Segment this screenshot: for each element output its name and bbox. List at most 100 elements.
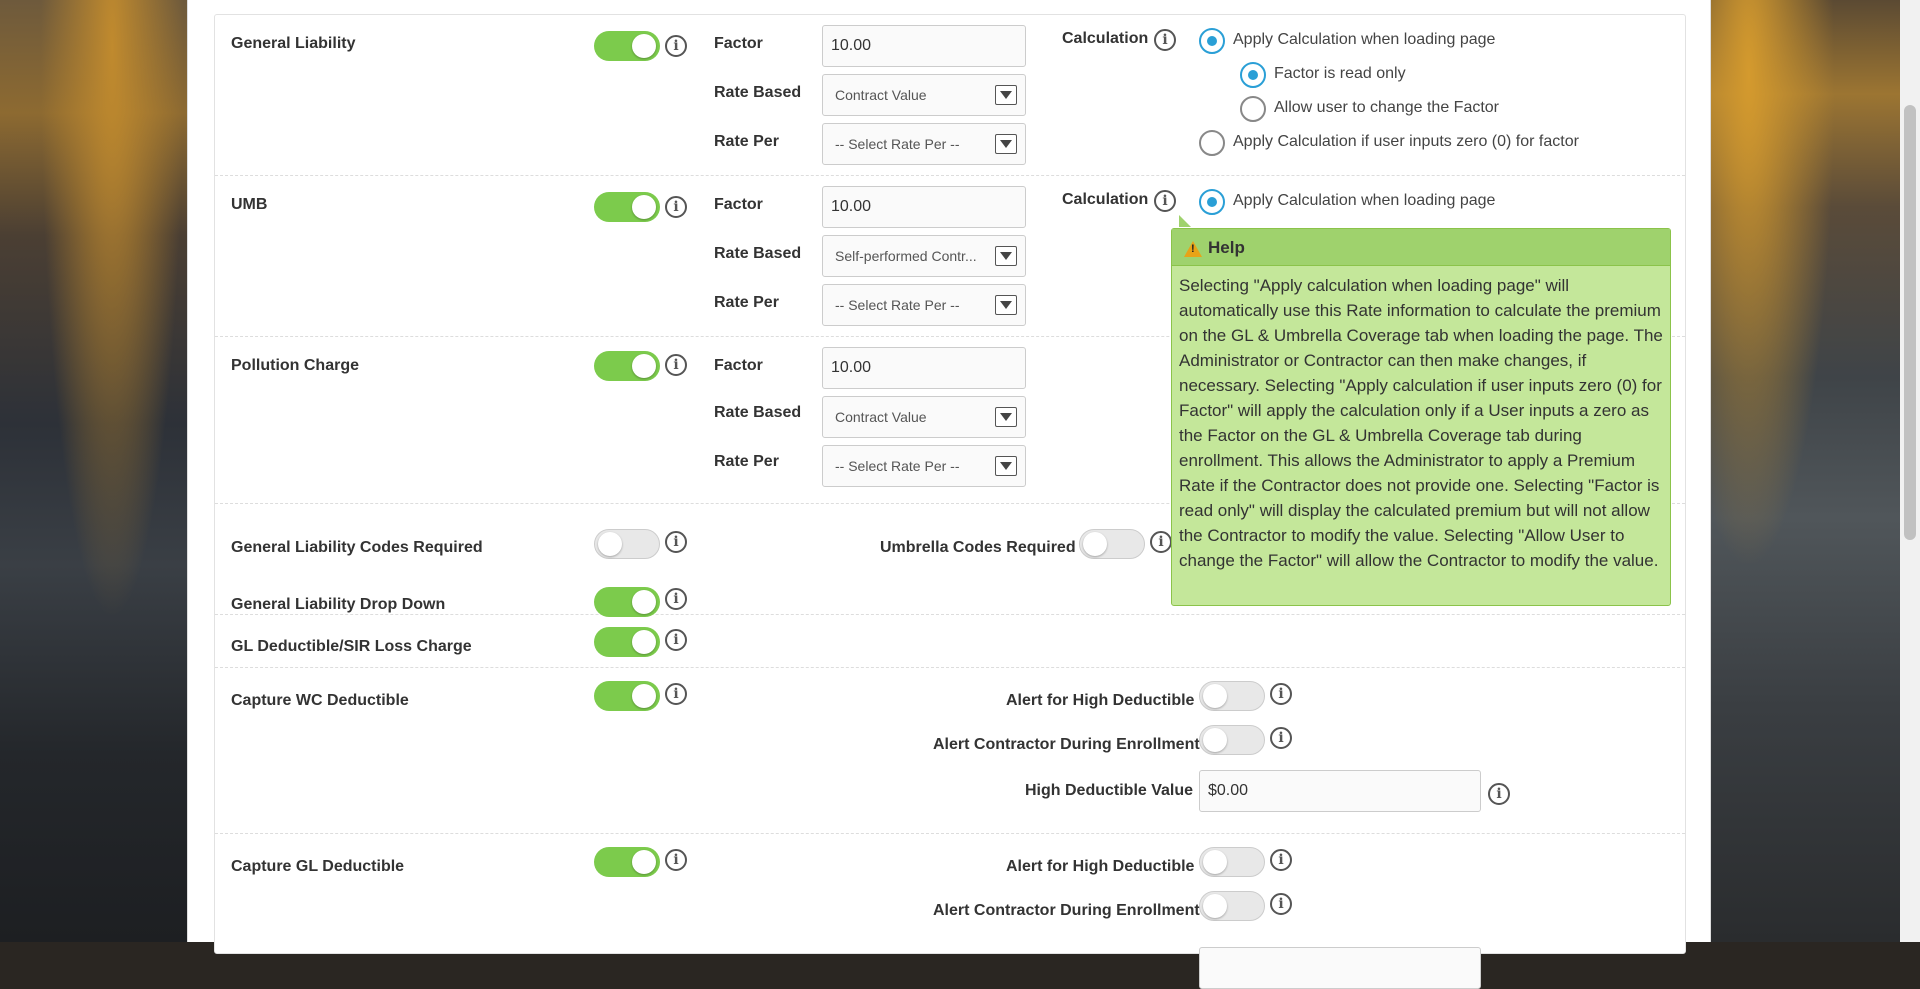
pollution-rate-per-label: Rate Per — [714, 453, 779, 470]
umb-codes-info-icon[interactable]: i — [1150, 531, 1172, 553]
main-page: General Liability i Factor 10.00 Rate Ba… — [187, 0, 1711, 989]
pollution-rate-based-label: Rate Based — [714, 404, 802, 421]
gl-alert-high-toggle[interactable] — [1199, 847, 1265, 877]
toggle-knob — [632, 850, 656, 874]
umb-calculation-label: Calculation — [1062, 191, 1149, 208]
gl-rate-based-select[interactable]: Contract Value — [822, 74, 1026, 116]
wc-alert-high-info-icon[interactable]: i — [1270, 683, 1292, 705]
pollution-label: Pollution Charge — [231, 357, 359, 374]
background-photo-left — [0, 0, 187, 942]
pollution-factor-input[interactable]: 10.00 — [822, 347, 1026, 389]
chevron-down-icon — [995, 295, 1017, 315]
umb-toggle[interactable] — [594, 192, 660, 222]
pollution-toggle[interactable] — [594, 351, 660, 381]
gl-apply-zero-text: Apply Calculation if user inputs zero (0… — [1233, 133, 1579, 150]
gl-rate-per-select[interactable]: -- Select Rate Per -- — [822, 123, 1026, 165]
wc-alert-contractor-info-icon[interactable]: i — [1270, 727, 1292, 749]
umb-codes-toggle[interactable] — [1079, 529, 1145, 559]
gl-allow-change-radio[interactable] — [1240, 96, 1266, 122]
toggle-knob — [632, 684, 656, 708]
umb-rate-per-label: Rate Per — [714, 294, 779, 311]
gl-deductible-label: GL Deductible/SIR Loss Charge — [231, 638, 472, 655]
chevron-down-icon — [995, 456, 1017, 476]
umb-label: UMB — [231, 196, 268, 213]
gl-dropdown-info-icon[interactable]: i — [665, 588, 687, 610]
toggle-knob — [1203, 850, 1227, 874]
gl-deductible-toggle[interactable] — [594, 627, 660, 657]
wc-high-value-input[interactable]: $0.00 — [1199, 770, 1481, 812]
select-value: Self-performed Contr... — [835, 248, 977, 264]
gl-info-icon[interactable]: i — [665, 35, 687, 57]
toggle-knob — [632, 354, 656, 378]
umb-calculation-info-icon[interactable]: i — [1154, 190, 1176, 212]
wc-deductible-label: Capture WC Deductible — [231, 692, 409, 709]
gl-alert-contractor-toggle[interactable] — [1199, 891, 1265, 921]
gl-calculation-label: Calculation — [1062, 30, 1149, 47]
gl-codes-toggle[interactable] — [594, 529, 660, 559]
umb-factor-input[interactable]: 10.00 — [822, 186, 1026, 228]
background-photo-right — [1711, 0, 1900, 942]
wc-high-value-label: High Deductible Value — [1025, 782, 1194, 799]
wc-alert-high-toggle[interactable] — [1199, 681, 1265, 711]
toggle-knob — [1083, 532, 1107, 556]
gl-apply-zero-radio[interactable] — [1199, 130, 1225, 156]
umb-rate-per-select[interactable]: -- Select Rate Per -- — [822, 284, 1026, 326]
gl-capture-row: Capture GL Deductible i Alert for High D… — [215, 834, 1685, 989]
umb-codes-label: Umbrella Codes Required — [880, 539, 1076, 556]
help-popup: Help Selecting "Apply calculation when l… — [1171, 228, 1671, 606]
gl-factor-input[interactable]: 10.00 — [822, 25, 1026, 67]
gl-alert-contractor-info-icon[interactable]: i — [1270, 893, 1292, 915]
pollution-factor-label: Factor — [714, 357, 763, 374]
select-value: -- Select Rate Per -- — [835, 297, 960, 313]
gl-capture-label: Capture GL Deductible — [231, 858, 405, 875]
umb-info-icon[interactable]: i — [665, 196, 687, 218]
wc-deductible-row: Capture WC Deductible i Alert for High D… — [215, 668, 1685, 834]
chevron-down-icon — [995, 246, 1017, 266]
gl-calculation-info-icon[interactable]: i — [1154, 29, 1176, 51]
umb-apply-loading-radio[interactable] — [1199, 189, 1225, 215]
gl-codes-info-icon[interactable]: i — [665, 531, 687, 553]
gl-capture-toggle[interactable] — [594, 847, 660, 877]
gl-dropdown-toggle[interactable] — [594, 587, 660, 617]
gl-deductible-row: GL Deductible/SIR Loss Charge i — [215, 615, 1685, 668]
toggle-knob — [632, 195, 656, 219]
gl-rate-based-label: Rate Based — [714, 84, 802, 101]
gl-read-only-radio[interactable] — [1240, 62, 1266, 88]
gl-apply-loading-radio[interactable] — [1199, 28, 1225, 54]
gl-read-only-text: Factor is read only — [1274, 65, 1406, 82]
gl-high-value-input[interactable] — [1199, 947, 1481, 989]
pollution-rate-based-select[interactable]: Contract Value — [822, 396, 1026, 438]
scrollbar-thumb[interactable] — [1904, 105, 1916, 540]
chevron-down-icon — [995, 85, 1017, 105]
gl-apply-loading-text: Apply Calculation when loading page — [1233, 31, 1496, 48]
gl-alert-high-label: Alert for High Deductible — [1006, 858, 1195, 875]
toggle-knob — [1203, 684, 1227, 708]
wc-alert-contractor-toggle[interactable] — [1199, 725, 1265, 755]
pollution-rate-per-select[interactable]: -- Select Rate Per -- — [822, 445, 1026, 487]
pollution-info-icon[interactable]: i — [665, 354, 687, 376]
toggle-knob — [632, 590, 656, 614]
gl-alert-high-info-icon[interactable]: i — [1270, 849, 1292, 871]
toggle-knob — [1203, 894, 1227, 918]
chevron-down-icon — [995, 134, 1017, 154]
toggle-knob — [598, 532, 622, 556]
gl-label: General Liability — [231, 35, 356, 52]
gl-toggle[interactable] — [594, 31, 660, 61]
select-value: -- Select Rate Per -- — [835, 458, 960, 474]
help-popup-title: Help — [1208, 238, 1245, 257]
gl-factor-label: Factor — [714, 35, 763, 52]
help-popup-pointer — [1179, 215, 1191, 227]
wc-deductible-toggle[interactable] — [594, 681, 660, 711]
gl-dropdown-label: General Liability Drop Down — [231, 596, 446, 613]
wc-deductible-info-icon[interactable]: i — [665, 683, 687, 705]
umb-rate-based-select[interactable]: Self-performed Contr... — [822, 235, 1026, 277]
warning-icon — [1184, 241, 1202, 257]
page-scrollbar[interactable] — [1900, 0, 1920, 942]
gl-capture-info-icon[interactable]: i — [665, 849, 687, 871]
toggle-knob — [632, 630, 656, 654]
gl-deductible-info-icon[interactable]: i — [665, 629, 687, 651]
gl-row: General Liability i Factor 10.00 Rate Ba… — [215, 15, 1685, 176]
toggle-knob — [1203, 728, 1227, 752]
chevron-down-icon — [995, 407, 1017, 427]
wc-high-value-info-icon[interactable]: i — [1488, 783, 1510, 805]
